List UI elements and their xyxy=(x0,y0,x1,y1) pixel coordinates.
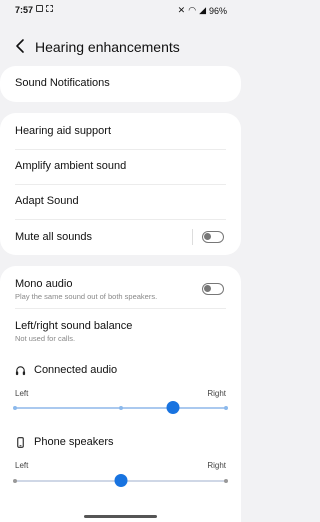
audio-options-card: Mono audio Play the same sound out of bo… xyxy=(0,266,241,522)
slider-step-dot xyxy=(224,479,228,483)
status-time: 7:57 xyxy=(15,5,34,15)
hearing-options-card: Hearing aid support Amplify ambient soun… xyxy=(0,113,241,255)
left-label: Left xyxy=(15,389,29,398)
connected-audio-lr-labels: Left Right xyxy=(15,389,226,398)
connected-audio-label: Connected audio xyxy=(34,364,118,376)
slider-step-dot xyxy=(118,406,123,410)
left-label: Left xyxy=(15,461,29,470)
divider xyxy=(15,308,226,309)
toggle-separator xyxy=(192,229,193,245)
gallery-icon xyxy=(36,5,43,12)
wifi-icon: ◠ xyxy=(188,5,197,15)
divider xyxy=(15,149,226,150)
balance-description: Not used for calls. xyxy=(15,334,76,343)
adapt-sound-item[interactable]: Adapt Sound xyxy=(0,195,241,207)
adapt-sound-label: Adapt Sound xyxy=(15,195,79,207)
hearing-aid-support-item[interactable]: Hearing aid support xyxy=(0,125,241,137)
connected-audio-header: Connected audio xyxy=(15,364,117,376)
balance-item: Left/right sound balance Not used for ca… xyxy=(0,320,241,343)
page-title: Hearing enhancements xyxy=(35,39,180,55)
signal-icon: ◢ xyxy=(199,5,206,15)
divider xyxy=(15,184,226,185)
slider-step-dot xyxy=(13,479,17,483)
phone-speakers-header: Phone speakers xyxy=(15,436,114,448)
amplify-ambient-sound-label: Amplify ambient sound xyxy=(15,160,127,172)
phone-speakers-slider[interactable] xyxy=(13,474,228,487)
mute-all-sounds-toggle[interactable] xyxy=(202,231,224,243)
balance-label: Left/right sound balance xyxy=(15,320,133,332)
mute-icon: ✕ xyxy=(177,5,186,15)
app-header: Hearing enhancements xyxy=(0,34,241,60)
right-label: Right xyxy=(207,461,226,470)
system-icons: ✕ ◠ ◢ 96% xyxy=(178,5,227,16)
right-label: Right xyxy=(207,389,226,398)
sound-notifications-label: Sound Notifications xyxy=(15,77,110,89)
home-indicator[interactable] xyxy=(84,515,157,518)
battery-percent: 96% xyxy=(208,5,227,16)
screenshot-icon xyxy=(46,5,53,12)
phone-speakers-lr-labels: Left Right xyxy=(15,461,226,470)
hearing-aid-support-label: Hearing aid support xyxy=(15,125,112,137)
status-bar: 7:57 ✕ ◠ ◢ 96% xyxy=(0,0,241,22)
back-arrow-icon[interactable] xyxy=(13,38,29,54)
divider xyxy=(15,219,226,220)
sound-notifications-item[interactable]: Sound Notifications xyxy=(0,77,241,89)
connected-audio-slider[interactable] xyxy=(13,401,228,414)
notification-icons xyxy=(36,5,53,12)
slider-step-dot xyxy=(224,406,228,410)
mono-audio-toggle[interactable] xyxy=(202,283,224,295)
headphones-icon xyxy=(15,365,26,375)
slider-thumb[interactable] xyxy=(114,474,127,487)
phone-icon xyxy=(17,436,24,448)
phone-speakers-label: Phone speakers xyxy=(34,436,114,448)
amplify-ambient-sound-item[interactable]: Amplify ambient sound xyxy=(0,160,241,172)
sound-notifications-card: Sound Notifications xyxy=(0,66,241,102)
slider-step-dot xyxy=(13,406,17,410)
slider-thumb[interactable] xyxy=(166,401,180,414)
